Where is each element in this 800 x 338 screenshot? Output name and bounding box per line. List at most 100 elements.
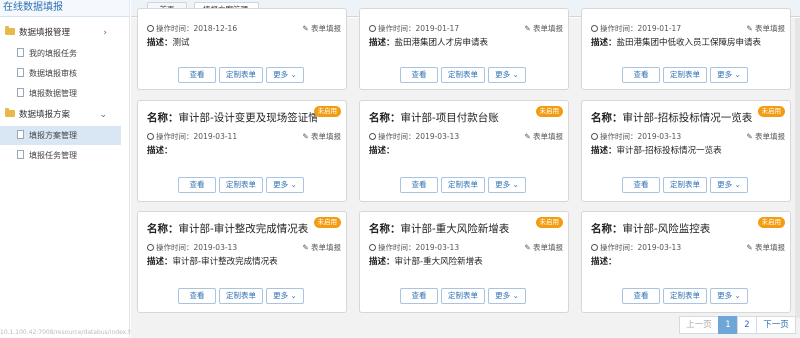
op-time-value: 2018-12-16 <box>193 24 238 33</box>
plan-card: 名称：审计部-审计整改完成情况表 未启用 操作时间：2019-03-13 ✎ 表单填报… <box>137 211 347 313</box>
form-fill-link[interactable]: ✎ 表单填报 <box>746 23 785 34</box>
card-name-value: 审计部-风险监控表 <box>622 223 711 235</box>
sidebar-group-label: 数据填报管理 <box>19 28 71 38</box>
prev-page-button[interactable]: 上一页 <box>679 316 719 334</box>
card-grid: 操作时间：2018-12-16 ✎ 表单填报 描述：测试 查看 定制表单 更多 ⌄ 操作时间… <box>131 8 800 338</box>
page-button-2[interactable]: 2 <box>737 316 757 334</box>
op-time-label: 操作时间： <box>378 243 416 252</box>
edit-icon: ✎ <box>524 24 531 33</box>
more-button[interactable]: 更多 ⌄ <box>710 177 748 193</box>
scrollbar[interactable] <box>795 18 800 318</box>
card-meta: 操作时间：2019-03-13 <box>369 131 459 142</box>
more-label: 更多 <box>717 291 733 300</box>
view-button[interactable]: 查看 <box>622 177 660 193</box>
op-time-label: 操作时间： <box>378 132 416 141</box>
next-page-button[interactable]: 下一页 <box>756 316 796 334</box>
more-label: 更多 <box>495 291 511 300</box>
more-label: 更多 <box>273 180 289 189</box>
sidebar-group-plans[interactable]: 数据填报方案 ⌄ <box>0 105 129 125</box>
form-fill-link[interactable]: ✎ 表单填报 <box>746 131 785 142</box>
card-meta: 操作时间：2019-03-13 <box>591 131 681 142</box>
form-fill-label: 表单填报 <box>311 24 341 33</box>
sidebar-item-plan-manage[interactable]: 填报方案管理 <box>0 126 121 145</box>
custom-form-button[interactable]: 定制表单 <box>663 67 707 83</box>
custom-form-button[interactable]: 定制表单 <box>441 177 485 193</box>
op-time-label: 操作时间： <box>156 243 194 252</box>
plan-card: 操作时间：2018-12-16 ✎ 表单填报 描述：测试 查看 定制表单 更多 ⌄ <box>137 8 347 90</box>
custom-form-button[interactable]: 定制表单 <box>219 177 263 193</box>
plan-card: 操作时间：2019-01-17 ✎ 表单填报 描述：盐田港集团中低收入员工保障房申请… <box>581 8 791 90</box>
sidebar-item-task-manage[interactable]: 填报任务管理 <box>0 146 129 165</box>
view-button[interactable]: 查看 <box>400 177 438 193</box>
form-fill-link[interactable]: ✎ 表单填报 <box>302 23 341 34</box>
status-badge: 未启用 <box>535 106 563 117</box>
page-button-1[interactable]: 1 <box>718 316 738 334</box>
form-fill-link[interactable]: ✎ 表单填报 <box>524 242 563 253</box>
card-actions: 查看 定制表单 更多 ⌄ <box>400 177 529 193</box>
edit-icon: ✎ <box>302 243 309 252</box>
more-button[interactable]: 更多 ⌄ <box>710 288 748 304</box>
card-name-value: 审计部-招标投标情况一览表 <box>622 112 753 124</box>
app-title: 在线数据填报 <box>0 0 129 17</box>
view-button[interactable]: 查看 <box>178 67 216 83</box>
op-time-value: 2019-01-17 <box>637 24 682 33</box>
sidebar-group-data-fill[interactable]: 数据填报管理 › <box>0 23 129 43</box>
sidebar-item-my-tasks[interactable]: 我的填报任务 <box>0 44 129 63</box>
view-button[interactable]: 查看 <box>400 67 438 83</box>
form-fill-link[interactable]: ✎ 表单填报 <box>302 131 341 142</box>
card-desc: 描述：审计部-审计整改完成情况表 <box>147 255 278 267</box>
view-button[interactable]: 查看 <box>178 288 216 304</box>
sidebar-item-review[interactable]: 数据填报审核 <box>0 64 129 83</box>
view-button[interactable]: 查看 <box>400 288 438 304</box>
op-time-value: 2019-03-13 <box>637 243 682 252</box>
plan-card: 操作时间：2019-01-17 ✎ 表单填报 描述：盐田港集团人才房申请表 查看 定制表… <box>359 8 569 90</box>
more-button[interactable]: 更多 ⌄ <box>266 67 304 83</box>
form-fill-label: 表单填报 <box>533 24 563 33</box>
custom-form-button[interactable]: 定制表单 <box>219 67 263 83</box>
status-badge: 未启用 <box>757 106 785 117</box>
plan-card: 名称：审计部-风险监控表 未启用 操作时间：2019-03-13 ✎ 表单填报 描述：查… <box>581 211 791 313</box>
plan-card: 名称：审计部-重大风险新增表 未启用 操作时间：2019-03-13 ✎ 表单填报 描述… <box>359 211 569 313</box>
op-time-label: 操作时间： <box>156 132 194 141</box>
document-icon <box>17 130 24 139</box>
op-time-value: 2019-01-17 <box>415 24 460 33</box>
custom-form-button[interactable]: 定制表单 <box>441 288 485 304</box>
sidebar-item-data-manage[interactable]: 填报数据管理 <box>0 84 129 103</box>
document-icon <box>17 150 24 159</box>
more-button[interactable]: 更多 ⌄ <box>266 288 304 304</box>
chevron-down-icon: ⌄ <box>290 180 297 189</box>
op-time-label: 操作时间： <box>600 243 638 252</box>
custom-form-button[interactable]: 定制表单 <box>663 288 707 304</box>
desc-label: 描述： <box>591 38 617 48</box>
op-time-label: 操作时间： <box>600 24 638 33</box>
card-desc: 描述： <box>591 255 617 267</box>
form-fill-link[interactable]: ✎ 表单填报 <box>746 242 785 253</box>
view-button[interactable]: 查看 <box>622 288 660 304</box>
desc-label: 描述： <box>369 257 395 267</box>
card-meta: 操作时间：2019-03-13 <box>147 242 237 253</box>
more-button[interactable]: 更多 ⌄ <box>488 288 526 304</box>
more-button[interactable]: 更多 ⌄ <box>710 67 748 83</box>
view-button[interactable]: 查看 <box>178 177 216 193</box>
card-name-value: 审计部-重大风险新增表 <box>400 223 510 235</box>
custom-form-button[interactable]: 定制表单 <box>441 67 485 83</box>
more-button[interactable]: 更多 ⌄ <box>266 177 304 193</box>
custom-form-button[interactable]: 定制表单 <box>663 177 707 193</box>
desc-label: 描述： <box>591 146 617 156</box>
plan-card: 名称：审计部-项目付款台账 未启用 操作时间：2019-03-13 ✎ 表单填报 描述：… <box>359 100 569 202</box>
form-fill-link[interactable]: ✎ 表单填报 <box>524 131 563 142</box>
card-name: 名称：审计部-设计变更及现场签证情况表 <box>147 110 317 125</box>
edit-icon: ✎ <box>746 24 753 33</box>
clock-icon <box>147 244 154 251</box>
view-button[interactable]: 查看 <box>622 67 660 83</box>
form-fill-link[interactable]: ✎ 表单填报 <box>302 242 341 253</box>
card-desc-value: 盐田港集团人才房申请表 <box>394 38 489 48</box>
form-fill-link[interactable]: ✎ 表单填报 <box>524 23 563 34</box>
card-name: 名称：审计部-风险监控表 <box>591 221 761 236</box>
custom-form-button[interactable]: 定制表单 <box>219 288 263 304</box>
card-meta: 操作时间：2019-01-17 <box>591 23 681 34</box>
more-button[interactable]: 更多 ⌄ <box>488 67 526 83</box>
sidebar-item-label: 填报任务管理 <box>29 151 77 160</box>
more-button[interactable]: 更多 ⌄ <box>488 177 526 193</box>
chevron-right-icon: › <box>103 28 107 38</box>
